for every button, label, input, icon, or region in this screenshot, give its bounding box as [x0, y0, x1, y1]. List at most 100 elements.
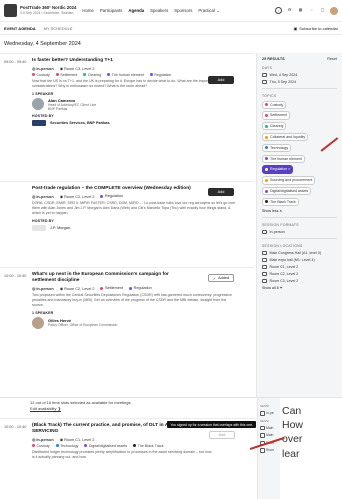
sub-nav: EVENT AGENDA MY SCHEDULE ▣ Subscribe to …: [0, 22, 342, 35]
callout-line: lear: [282, 447, 300, 460]
session-title[interactable]: What's up next in the European Commissio…: [32, 272, 192, 284]
day-option[interactable]: Wed, 4 Sep 2024: [262, 72, 337, 77]
zoomed-sessions: 12 out of 16 time slots selected as avai…: [0, 398, 258, 499]
host-name: Securities Services, BNP Paribas: [50, 121, 110, 126]
host-row[interactable]: Securities Services, BNP Paribas: [32, 120, 236, 127]
dot-icon: [265, 157, 268, 161]
format-option[interactable]: In-person: [262, 229, 337, 235]
speaker-card[interactable]: Alan Cameron Head of Advisory/EC Client …: [32, 98, 236, 112]
speaker-role: Policy Officer, Office of European Commi…: [48, 322, 118, 327]
dot-icon: [55, 444, 59, 448]
tag-settlement: Settlement: [100, 286, 123, 290]
nav-agenda[interactable]: Agenda: [128, 8, 144, 14]
session-card: 09:00 - 09:40 Is faster better? Understa…: [0, 53, 254, 181]
tab-event-agenda[interactable]: EVENT AGENDA: [4, 26, 36, 31]
topic-clearing[interactable]: Clearing: [262, 122, 287, 131]
zoom-filter-item[interactable]: Main: [260, 425, 278, 430]
add-session-button[interactable]: Add: [208, 76, 234, 84]
dot-icon: [83, 73, 87, 77]
session-mode: ◎ In-person: [32, 194, 54, 199]
main-nav: Home Participants Agenda Speakers Sponso…: [82, 8, 219, 14]
session-card: 10:00 - 10:40 What's up next in the Euro…: [0, 267, 254, 349]
event-logo[interactable]: [4, 4, 17, 17]
edit-availability-link[interactable]: Edit availability ❯: [30, 406, 132, 412]
checkbox-icon: [260, 448, 265, 453]
location-option[interactable]: Main Congress Hall (A1, level 0): [262, 250, 337, 256]
calendar-icon[interactable]: ▦: [297, 7, 304, 14]
topic-settlement[interactable]: Settlement: [262, 111, 291, 120]
subscribe-calendar-link[interactable]: ▣ Subscribe to calendar: [294, 26, 338, 31]
session-description: DORA, CSDR, EMIR, SRD II, MiFIR FASTER, …: [32, 200, 236, 215]
session-room: ◉ Room C2, Level 2: [59, 286, 95, 291]
session-tags: Custody Settlement Clearing The human el…: [32, 73, 236, 77]
add-session-button[interactable]: Add: [208, 188, 234, 196]
topic-custody[interactable]: Custody: [262, 100, 287, 109]
speaker-card[interactable]: Gilles Hervé Policy Officer, Office of E…: [32, 316, 236, 329]
settings-icon[interactable]: ⚙: [286, 7, 293, 14]
location-option[interactable]: Main expo hall (M1: Level 4): [262, 257, 337, 263]
agenda-page: PostTrade 360° Nordic 2024 4-5 Sep 2024 …: [0, 0, 342, 398]
host-row[interactable]: J.P. Morgan,: [32, 224, 236, 231]
location-option[interactable]: Room C2, Level 2: [262, 271, 337, 277]
speaker-photo: [32, 98, 44, 111]
show-less-link[interactable]: Show less ⏶: [262, 209, 337, 213]
availability-note: 12 out of 16 time slots selected as avai…: [30, 400, 132, 412]
dot-icon: [265, 168, 268, 172]
filters-panel: 25 RESULTS Reset DAYS Wed, 4 Sep 2024 Th…: [256, 53, 342, 397]
tag-regulation: Regulation: [129, 286, 152, 290]
chat-icon[interactable]: ▢: [319, 7, 326, 14]
callout-line: over: [282, 433, 303, 446]
notification-icon[interactable]: ◌: [308, 7, 315, 14]
user-avatar[interactable]: [330, 6, 338, 15]
host-logo: [32, 224, 46, 231]
host-name: J.P. Morgan,: [50, 225, 72, 230]
zoom-filter-item[interactable]: Main: [260, 433, 278, 438]
session-mode: ◎ In-person: [32, 286, 54, 291]
location-option[interactable]: Room C1, Level 2: [262, 264, 337, 270]
nav-sponsors[interactable]: Sponsors: [174, 8, 192, 14]
dot-icon: [265, 189, 268, 193]
location-option[interactable]: Room C3, Level 2: [262, 278, 337, 284]
nav-home[interactable]: Home: [82, 8, 93, 14]
topics-header: TOPICS: [262, 94, 277, 98]
dot-icon: [32, 444, 35, 448]
session-card: 10:00 - 10:40 (Black Track) The current …: [0, 418, 258, 467]
session-title[interactable]: Is faster better? Understanding T+1: [32, 58, 192, 64]
topic-black-track[interactable]: The Black Track: [262, 197, 299, 207]
nav-speakers[interactable]: Speakers: [150, 8, 168, 14]
tab-my-schedule[interactable]: MY SCHEDULE: [44, 26, 73, 31]
callout-line: Can: [282, 405, 302, 417]
nav-participants[interactable]: Participants: [100, 8, 122, 14]
session-time: [4, 186, 32, 261]
reset-button[interactable]: Reset: [327, 57, 337, 61]
zoom-filter-item[interactable]: Roon: [260, 448, 278, 453]
topic-regulation-selected[interactable]: Regulation ×: [262, 165, 294, 174]
session-title[interactable]: (Black Track) The current practice, and …: [32, 423, 182, 435]
session-title[interactable]: Post-trade regulation – the COMPLETE ove…: [32, 186, 192, 192]
session-description: Two proposed within the Central Securiti…: [32, 292, 232, 307]
dot-icon: [149, 73, 153, 77]
speakers-header: 1 SPEAKER: [32, 91, 54, 96]
tag-technology: Technology: [55, 444, 78, 448]
zoom-filter-item[interactable]: In-pe: [260, 411, 278, 416]
dot-icon: [84, 444, 88, 448]
added-session-button[interactable]: ✓ Added: [208, 274, 234, 282]
event-brand: PostTrade 360° Nordic 2024 4-5 Sep 2024 …: [20, 5, 76, 15]
nav-practical[interactable]: Practical ⌄: [198, 8, 219, 14]
show-all-locations-link[interactable]: Show all 8 ⏷: [262, 286, 337, 290]
topic-human-element[interactable]: The human element: [262, 154, 305, 163]
dot-icon: [107, 73, 111, 77]
days-header: DAYS: [262, 66, 273, 70]
add-session-button-disabled[interactable]: Add: [209, 431, 235, 439]
topic-collateral[interactable]: Collateral and liquidity: [262, 132, 309, 142]
zoomed-filters: SESSI In-pe SESSI Main Main Roon Roon: [258, 398, 280, 499]
day-option[interactable]: Thu, 5 Sep 2024: [262, 79, 337, 84]
chevron-right-icon[interactable]: ›: [275, 7, 282, 14]
topic-technology[interactable]: Technology: [262, 143, 292, 153]
locations-header: SESSION LOCATIONS: [262, 244, 303, 249]
session-description: Distributed ledger technology promises p…: [32, 449, 212, 459]
checkbox-icon: [262, 229, 267, 235]
check-icon: ✓: [212, 276, 217, 281]
topic-digital-assets[interactable]: Digital/digitalised assets: [262, 187, 312, 196]
topic-sourcing[interactable]: Sourcing and procurement: [262, 176, 316, 185]
